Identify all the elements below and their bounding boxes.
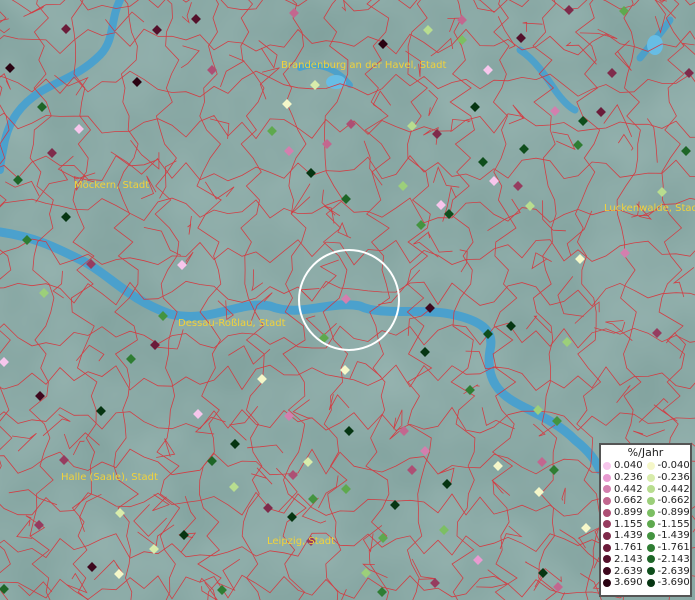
legend-swatch	[603, 531, 611, 540]
legend-title: %/Jahr	[627, 446, 664, 459]
legend-value: 0.442	[614, 483, 643, 495]
legend-row: 0.442	[603, 483, 647, 495]
legend-row: -2.639	[646, 565, 691, 577]
legend-value: -0.899	[657, 507, 690, 519]
legend-swatch	[603, 461, 611, 470]
legend-value: 0.662	[614, 495, 643, 507]
legend-value: -0.236	[657, 472, 690, 484]
legend-row: -2.143	[646, 553, 691, 566]
legend-swatch	[603, 473, 611, 482]
city-label: Luckenwalde, Stadt	[604, 203, 695, 214]
legend-value: 0.040	[614, 460, 643, 472]
legend-swatch	[603, 485, 611, 494]
legend-row: -3.690	[646, 577, 691, 589]
legend-swatch	[646, 543, 655, 552]
legend-row: 2.639	[603, 565, 647, 577]
map-canvas[interactable]	[0, 0, 695, 600]
legend-row: -0.899	[646, 507, 691, 519]
legend-value: -1.155	[657, 518, 690, 530]
legend-value: -2.639	[657, 565, 690, 577]
legend-swatch	[603, 520, 611, 529]
legend-row: 3.690	[603, 577, 647, 589]
legend-swatch	[646, 555, 655, 564]
map-view[interactable]: Brandenburg an der Havel, Stadt Möckern,…	[0, 0, 695, 600]
legend-value: 0.899	[614, 507, 643, 519]
legend-swatch	[603, 578, 611, 587]
legend-value: 1.761	[614, 542, 643, 554]
legend-row: 1.155	[603, 518, 647, 530]
legend-value: 0.236	[614, 472, 643, 484]
legend-swatch	[603, 567, 611, 576]
legend-swatch	[646, 461, 655, 470]
legend-value: 3.690	[614, 577, 643, 589]
legend-row: -0.040	[646, 460, 691, 472]
legend-row: 1.761	[603, 542, 647, 554]
legend-value: -1.439	[657, 530, 690, 542]
legend-value: -1.761	[657, 542, 690, 554]
legend-swatch	[646, 473, 655, 482]
legend-value: 1.155	[614, 518, 643, 530]
legend-swatch	[646, 578, 655, 587]
legend-row: 0.899	[603, 507, 647, 519]
legend-swatch	[646, 496, 655, 505]
legend-value: 2.639	[614, 565, 643, 577]
legend-value: 1.439	[614, 530, 643, 542]
legend-row: -1.155	[646, 518, 691, 530]
legend-row: -0.236	[646, 472, 691, 484]
legend-swatch	[603, 508, 611, 517]
legend-value: -0.662	[657, 495, 690, 507]
city-label: Möckern, Stadt	[74, 180, 150, 191]
legend-row: 0.236	[603, 472, 647, 484]
legend-swatch	[646, 508, 655, 517]
legend-row: 0.040	[603, 460, 647, 472]
legend: %/Jahr 0.040 0.236 0.442 0.662 0.899 1.155 1.4…	[599, 443, 692, 597]
legend-value: -0.040	[657, 460, 690, 472]
city-label: Halle (Saale), Stadt	[61, 472, 158, 483]
legend-swatch	[603, 555, 611, 564]
legend-swatch	[646, 531, 655, 540]
legend-row: 2.143	[603, 554, 647, 566]
legend-value: -2.143	[657, 553, 690, 565]
legend-negative-column: -0.040 -0.236 -0.442 -0.662 -0.899 -1.155 -1.4…	[646, 460, 691, 589]
legend-row: -1.439	[646, 530, 691, 542]
legend-swatch	[603, 496, 611, 505]
legend-row: -1.761	[646, 542, 691, 554]
legend-row: 1.439	[603, 530, 647, 542]
legend-row: -0.442	[646, 483, 691, 495]
legend-value: 2.143	[614, 553, 643, 565]
legend-swatch	[646, 520, 655, 529]
legend-swatch	[603, 543, 611, 552]
legend-value: -0.442	[657, 483, 690, 495]
city-label: Brandenburg an der Havel, Stadt	[281, 60, 447, 71]
city-label: Dessau-Roßlau, Stadt	[178, 318, 286, 329]
legend-value: -3.690	[657, 577, 690, 589]
legend-positive-column: 0.040 0.236 0.442 0.662 0.899 1.155 1.439 1.761…	[603, 460, 647, 589]
legend-swatch	[646, 485, 655, 494]
legend-row: -0.662	[646, 495, 691, 507]
city-label: Leipzig, Stadt	[267, 536, 336, 547]
legend-swatch	[646, 567, 655, 576]
legend-row: 0.662	[603, 495, 647, 507]
